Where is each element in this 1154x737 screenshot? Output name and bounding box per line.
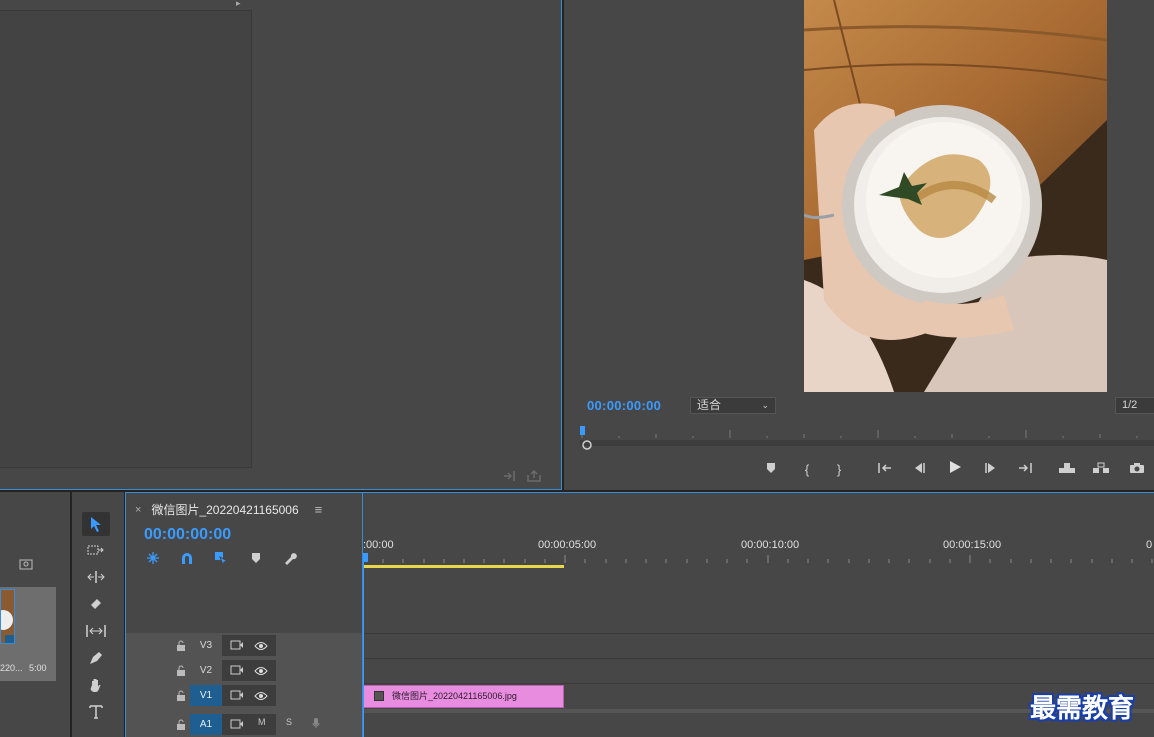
razor-tool-icon[interactable] <box>82 592 110 616</box>
pen-tool-icon[interactable] <box>82 646 110 670</box>
add-marker-icon[interactable] <box>247 549 265 567</box>
track-header-v3: V3 <box>126 633 362 657</box>
linked-selection-icon[interactable] <box>212 549 230 567</box>
playhead-line <box>363 553 364 737</box>
snap-icon[interactable] <box>178 549 196 567</box>
selection-tool-icon[interactable] <box>82 512 110 536</box>
microphone-icon[interactable] <box>312 717 320 731</box>
fx-badge-icon <box>374 691 384 701</box>
project-item-thumbnail <box>0 589 15 644</box>
hand-tool-icon[interactable] <box>82 673 110 697</box>
resolution-dropdown[interactable]: 1/2 <box>1115 397 1154 414</box>
project-item-name: 220... <box>0 663 23 673</box>
track-select-tool-icon[interactable] <box>82 538 110 562</box>
wrench-icon[interactable] <box>281 549 299 567</box>
lift-icon[interactable] <box>1056 460 1078 480</box>
track-header-v1: V1 <box>126 683 362 707</box>
eye-icon[interactable] <box>254 688 268 700</box>
lock-icon[interactable] <box>176 718 186 730</box>
watermark-text: 最需教育 <box>1030 694 1135 724</box>
panel-menu-icon[interactable]: ≡ <box>315 502 323 517</box>
source-panel: ▸ <box>0 0 562 490</box>
timeline-panel: × 微信图片_20220421165006 ≡ 00:00:00:00 V3 V… <box>125 492 1154 737</box>
timeline-clip[interactable]: 微信图片_20220421165006.jpg <box>363 685 564 708</box>
marker-icon[interactable] <box>760 460 782 480</box>
clip-name: 微信图片_20220421165006.jpg <box>392 691 517 701</box>
program-time-ruler[interactable] <box>580 426 1154 450</box>
slip-tool-icon[interactable] <box>82 619 110 643</box>
extract-icon[interactable] <box>1090 460 1112 480</box>
insert-icon[interactable] <box>503 470 517 485</box>
project-panel: 220... 5:00 <box>0 492 70 737</box>
project-item[interactable]: 220... 5:00 <box>0 587 56 681</box>
sync-lock-icon[interactable] <box>230 688 244 700</box>
step-back-icon[interactable] <box>908 460 930 480</box>
eye-icon[interactable] <box>254 663 268 675</box>
nest-sequence-icon[interactable] <box>144 549 162 567</box>
mark-out-icon[interactable]: } <box>828 460 850 480</box>
export-frame-icon[interactable] <box>527 469 541 485</box>
lock-icon[interactable] <box>176 664 186 676</box>
effect-controls-area <box>0 10 252 468</box>
panel-expand-icon[interactable]: ▸ <box>236 0 241 9</box>
type-tool-icon[interactable] <box>82 700 110 724</box>
ripple-edit-tool-icon[interactable] <box>82 565 110 589</box>
project-item-duration: 5:00 <box>29 663 47 673</box>
track-name[interactable]: V2 <box>190 660 222 681</box>
track-header-a1: A1 M S <box>126 712 362 736</box>
tools-panel <box>72 492 124 737</box>
sync-lock-icon[interactable] <box>230 663 244 675</box>
program-monitor: 00:00:00:00 适合 ⌄ 1/2 { } <box>564 0 1154 490</box>
mark-in-icon[interactable]: { <box>796 460 818 480</box>
go-to-out-icon[interactable] <box>1014 460 1036 480</box>
program-timecode[interactable]: 00:00:00:00 <box>587 398 661 413</box>
track-headers: V3 V2 V1 A1 M S <box>126 633 362 737</box>
find-icon[interactable] <box>19 558 33 573</box>
track-name[interactable]: V1 <box>190 685 222 706</box>
timeline-tab[interactable]: × 微信图片_20220421165006 ≡ <box>135 501 322 518</box>
go-to-in-icon[interactable] <box>874 460 896 480</box>
timeline-timecode[interactable]: 00:00:00:00 <box>144 526 231 544</box>
solo-button[interactable]: S <box>286 717 292 727</box>
timeline-ruler[interactable]: :00:00 00:00:05:00 00:00:10:00 00:00:15:… <box>363 533 1154 569</box>
program-preview-image <box>804 0 1107 392</box>
premiere-window: ▸ 00:00:00:00 适合 ⌄ 1/2 {} 220... 5:00 ×… <box>0 0 1154 737</box>
eye-icon[interactable] <box>254 638 268 650</box>
close-icon[interactable]: × <box>135 504 141 516</box>
chevron-down-icon: ⌄ <box>761 400 769 410</box>
export-frame-camera-icon[interactable] <box>1126 460 1148 480</box>
lock-icon[interactable] <box>176 689 186 701</box>
track-header-v2: V2 <box>126 658 362 682</box>
timeline-tab-title: 微信图片_20220421165006 <box>151 503 299 517</box>
track-name[interactable]: A1 <box>190 714 222 735</box>
work-area-bar[interactable] <box>363 565 564 568</box>
play-icon[interactable] <box>944 460 966 480</box>
sync-lock-icon[interactable] <box>230 638 244 650</box>
transport-controls: { } <box>760 460 1150 480</box>
track-name[interactable]: V3 <box>190 635 222 656</box>
mute-button[interactable]: M <box>258 717 266 727</box>
step-forward-icon[interactable] <box>980 460 1002 480</box>
zoom-fit-value: 适合 <box>697 398 722 412</box>
sync-lock-icon[interactable] <box>230 717 244 729</box>
zoom-fit-dropdown[interactable]: 适合 ⌄ <box>690 397 776 414</box>
lock-icon[interactable] <box>176 639 186 651</box>
